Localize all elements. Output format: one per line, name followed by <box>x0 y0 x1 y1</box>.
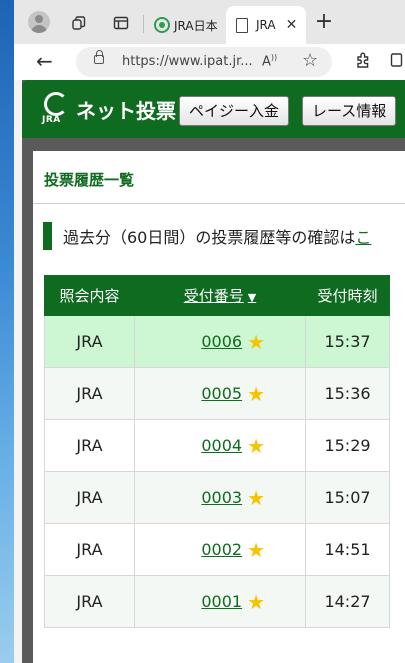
cell-number: 0002 ★ <box>134 523 306 576</box>
cell-content: JRA <box>44 575 135 628</box>
column-header-content: 照会内容 <box>44 275 135 316</box>
new-tab-icon[interactable]: + <box>312 11 336 35</box>
cell-time: 15:07 <box>305 471 390 524</box>
site-header: JRA ネット投票 ペイジー入金 レース情報 <box>22 80 405 138</box>
race-info-button[interactable]: レース情報 <box>302 96 397 126</box>
profile-avatar-icon[interactable] <box>28 11 50 33</box>
vertical-tabs-icon[interactable] <box>109 11 133 35</box>
column-header-time: 受付時刻 <box>305 275 390 316</box>
cell-number: 0006 ★ <box>134 315 306 368</box>
jra-logo-icon: JRA <box>42 92 70 125</box>
read-aloud-icon[interactable]: A)) <box>262 53 277 69</box>
main-content: 投票履歴一覧 過去分（60日間）の投票履歴等の確認はこ 照会内容 受付番号 ▼ 受… <box>33 151 405 663</box>
url-text[interactable]: https://www.ipat.jr... <box>122 54 253 69</box>
past-history-link[interactable]: こ <box>355 224 371 248</box>
extensions-icon[interactable] <box>354 51 372 74</box>
table-row: JRA 0006 ★ 15:37 <box>44 315 390 368</box>
table-row: JRA 0004 ★ 15:29 <box>44 419 390 472</box>
jra-favicon-icon <box>154 17 170 33</box>
star-icon[interactable]: ★ <box>247 382 265 406</box>
receipt-number-link[interactable]: 0004 <box>201 436 242 455</box>
notice-text: 過去分（60日間）の投票履歴等の確認は <box>63 228 356 247</box>
star-icon[interactable]: ★ <box>247 538 265 562</box>
receipt-number-link[interactable]: 0002 <box>201 540 242 559</box>
browser-window: JRA日本 JRA ✕ + ← https://www.ipat.jr... A… <box>14 0 405 663</box>
tab-bar: JRA日本 JRA ✕ + <box>14 0 405 44</box>
receipt-number-link[interactable]: 0001 <box>201 592 242 611</box>
cell-number: 0001 ★ <box>134 575 306 628</box>
lock-icon[interactable] <box>94 50 104 64</box>
cell-content: JRA <box>44 419 135 472</box>
page-favicon-icon <box>236 17 248 33</box>
tab-jra-home[interactable]: JRA日本 <box>148 6 224 44</box>
star-icon[interactable]: ★ <box>247 590 265 614</box>
table-row: JRA 0005 ★ 15:36 <box>44 367 390 420</box>
workspaces-icon[interactable] <box>67 11 91 35</box>
tab-title: JRA日本 <box>174 18 218 33</box>
star-icon[interactable]: ★ <box>247 434 265 458</box>
past-history-notice: 過去分（60日間）の投票履歴等の確認はこ <box>43 221 371 251</box>
tab-jra-active[interactable]: JRA ✕ <box>226 6 306 44</box>
tab-separator <box>143 15 144 33</box>
receipt-number-link[interactable]: 0003 <box>201 488 242 507</box>
payeasy-deposit-button[interactable]: ペイジー入金 <box>179 96 290 126</box>
cell-time: 15:36 <box>305 367 390 420</box>
cell-number: 0004 ★ <box>134 419 306 472</box>
sort-label[interactable]: 受付番号 <box>184 287 244 305</box>
address-bar[interactable]: https://www.ipat.jr... A)) ☆ <box>76 47 332 77</box>
logo-text: ネット投票 <box>76 99 176 123</box>
cell-time: 14:27 <box>305 575 390 628</box>
vote-history-table: 照会内容 受付番号 ▼ 受付時刻 JRA 0006 ★ 15:37 JRA 00… <box>44 275 390 628</box>
tab-title: JRA <box>256 18 276 32</box>
cell-number: 0003 ★ <box>134 471 306 524</box>
receipt-number-link[interactable]: 0006 <box>201 332 242 351</box>
table-row: JRA 0003 ★ 15:07 <box>44 471 390 524</box>
web-page: JRA ネット投票 ペイジー入金 レース情報 投票履歴一覧 過去分（60日間）の… <box>22 80 405 663</box>
favorite-star-icon[interactable]: ☆ <box>302 50 318 71</box>
jra-logo[interactable]: JRA ネット投票 <box>42 92 176 125</box>
table-row: JRA 0001 ★ 14:27 <box>44 575 390 628</box>
cell-content: JRA <box>44 523 135 576</box>
cell-time: 14:51 <box>305 523 390 576</box>
cell-time: 15:29 <box>305 419 390 472</box>
cell-time: 15:37 <box>305 315 390 368</box>
page-title: 投票履歴一覧 <box>44 171 135 189</box>
cell-number: 0005 ★ <box>134 367 306 420</box>
table-row: JRA 0002 ★ 14:51 <box>44 523 390 576</box>
close-tab-icon[interactable]: ✕ <box>286 17 298 33</box>
table-header-row: 照会内容 受付番号 ▼ 受付時刻 <box>44 275 390 316</box>
divider <box>33 203 405 204</box>
cell-content: JRA <box>44 315 135 368</box>
column-header-number[interactable]: 受付番号 ▼ <box>134 275 306 316</box>
navigation-bar: ← https://www.ipat.jr... A)) ☆ <box>14 44 405 80</box>
back-arrow-icon[interactable]: ← <box>36 49 53 73</box>
collections-icon[interactable] <box>390 52 404 72</box>
star-icon[interactable]: ★ <box>247 486 265 510</box>
cell-content: JRA <box>44 367 135 420</box>
cell-content: JRA <box>44 471 135 524</box>
sort-down-icon[interactable]: ▼ <box>248 291 256 304</box>
star-icon[interactable]: ★ <box>247 330 265 354</box>
notice-accent-bar <box>43 222 52 250</box>
receipt-number-link[interactable]: 0005 <box>201 384 242 403</box>
